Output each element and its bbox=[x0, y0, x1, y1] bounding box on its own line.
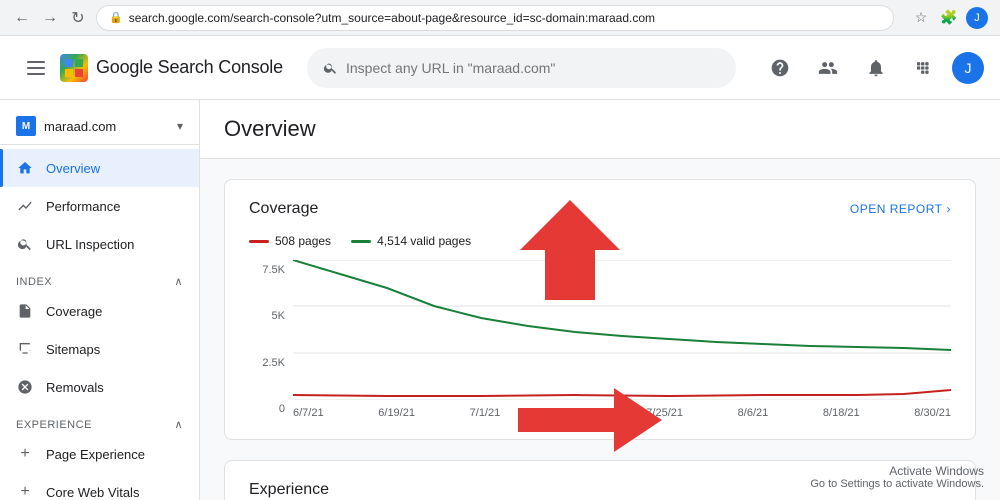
activate-windows-subtitle: Go to Settings to activate Windows. bbox=[810, 478, 984, 490]
x-label-2: 6/19/21 bbox=[378, 407, 415, 419]
sidebar-item-sitemaps[interactable]: Sitemaps bbox=[0, 330, 199, 368]
logo-icon bbox=[60, 54, 88, 82]
core-web-vitals-icon: + bbox=[16, 483, 34, 500]
experience-chevron-icon: ∧ bbox=[174, 418, 183, 431]
experience-label: Experience bbox=[16, 419, 92, 431]
sitemaps-label: Sitemaps bbox=[46, 342, 100, 357]
x-label-5: 7/25/21 bbox=[646, 407, 683, 419]
browser-chrome: ← → ↻ 🔒 search.google.com/search-console… bbox=[0, 0, 1000, 36]
sidebar-item-core-web-vitals[interactable]: + Core Web Vitals bbox=[0, 473, 199, 500]
address-bar[interactable]: 🔒 search.google.com/search-console?utm_s… bbox=[96, 5, 894, 31]
browser-actions: ☆ 🧩 J bbox=[910, 7, 988, 29]
property-chevron-icon: ▾ bbox=[177, 119, 183, 133]
coverage-card-title: Coverage bbox=[249, 200, 318, 218]
y-label-5000: 5K bbox=[249, 310, 285, 322]
x-label-3: 7/1/21 bbox=[470, 407, 501, 419]
page-header: Overview bbox=[200, 100, 1000, 159]
search-input[interactable] bbox=[346, 60, 720, 76]
experience-card-title: Experience bbox=[249, 481, 329, 499]
legend-item-valid: 4,514 valid pages bbox=[351, 234, 471, 248]
page-content: Coverage OPEN REPORT › 508 pages 4,514 v… bbox=[200, 159, 1000, 500]
x-label-1: 6/7/21 bbox=[293, 407, 324, 419]
property-icon: M bbox=[16, 116, 36, 136]
user-avatar[interactable]: J bbox=[952, 52, 984, 84]
search-bar[interactable] bbox=[307, 48, 736, 88]
url-inspection-icon bbox=[16, 235, 34, 253]
y-label-2500: 2.5K bbox=[249, 357, 285, 369]
x-axis: 6/7/21 6/19/21 7/1/21 7/13/21 7/25/21 8/… bbox=[293, 407, 951, 419]
search-icon bbox=[323, 60, 338, 76]
performance-label: Performance bbox=[46, 199, 120, 214]
forward-button[interactable]: → bbox=[40, 8, 60, 28]
coverage-icon bbox=[16, 302, 34, 320]
bookmark-icon[interactable]: ☆ bbox=[910, 7, 932, 29]
sidebar: M maraad.com ▾ Overview Performance URL … bbox=[0, 100, 200, 500]
chart-legend: 508 pages 4,514 valid pages bbox=[249, 234, 951, 248]
sidebar-item-url-inspection[interactable]: URL Inspection bbox=[0, 225, 199, 263]
legend-item-errors: 508 pages bbox=[249, 234, 331, 248]
y-label-0: 0 bbox=[249, 403, 285, 415]
back-button[interactable]: ← bbox=[12, 8, 32, 28]
index-section-header: Index ∧ bbox=[0, 263, 199, 292]
refresh-button[interactable]: ↻ bbox=[68, 8, 88, 28]
apps-button[interactable] bbox=[904, 48, 944, 88]
page-title: Overview bbox=[224, 116, 976, 142]
legend-label-errors: 508 pages bbox=[275, 234, 331, 248]
content-area: Overview Coverage OPEN REPORT › 508 page… bbox=[200, 100, 1000, 500]
experience-section-header: Experience ∧ bbox=[0, 406, 199, 435]
main-layout: M maraad.com ▾ Overview Performance URL … bbox=[0, 100, 1000, 500]
extensions-icon[interactable]: 🧩 bbox=[938, 7, 960, 29]
coverage-chart-svg bbox=[293, 260, 951, 400]
url-inspection-label: URL Inspection bbox=[46, 237, 134, 252]
sidebar-item-page-experience[interactable]: + Page Experience bbox=[0, 435, 199, 473]
legend-dot-errors bbox=[249, 240, 269, 243]
home-icon bbox=[16, 159, 34, 177]
x-label-8: 8/30/21 bbox=[914, 407, 951, 419]
index-label: Index bbox=[16, 276, 52, 288]
sidebar-item-coverage[interactable]: Coverage bbox=[0, 292, 199, 330]
performance-icon bbox=[16, 197, 34, 215]
index-chevron-icon: ∧ bbox=[174, 275, 183, 288]
help-button[interactable] bbox=[760, 48, 800, 88]
open-report-text: OPEN REPORT bbox=[850, 202, 943, 216]
chart-container: 7.5K 5K 2.5K 0 bbox=[249, 260, 951, 419]
property-name: maraad.com bbox=[44, 119, 169, 134]
app-title: Google Search Console bbox=[96, 57, 283, 78]
app-logo: Google Search Console bbox=[60, 54, 283, 82]
open-report-chevron-icon: › bbox=[947, 202, 952, 216]
sidebar-item-removals[interactable]: Removals bbox=[0, 368, 199, 406]
x-label-4: 7/13/21 bbox=[555, 407, 592, 419]
y-axis: 7.5K 5K 2.5K 0 bbox=[249, 260, 285, 419]
activate-windows: Activate Windows Go to Settings to activ… bbox=[810, 464, 984, 490]
removals-label: Removals bbox=[46, 380, 104, 395]
sitemaps-icon bbox=[16, 340, 34, 358]
coverage-card-header: Coverage OPEN REPORT › bbox=[249, 200, 951, 218]
coverage-label: Coverage bbox=[46, 304, 102, 319]
removals-icon bbox=[16, 378, 34, 396]
x-label-6: 8/6/21 bbox=[738, 407, 769, 419]
chart-plot: 6/7/21 6/19/21 7/1/21 7/13/21 7/25/21 8/… bbox=[293, 260, 951, 419]
lock-icon: 🔒 bbox=[109, 11, 123, 24]
hamburger-button[interactable] bbox=[16, 48, 56, 88]
sidebar-item-performance[interactable]: Performance bbox=[0, 187, 199, 225]
coverage-card: Coverage OPEN REPORT › 508 pages 4,514 v… bbox=[224, 179, 976, 440]
url-text: search.google.com/search-console?utm_sou… bbox=[129, 11, 655, 25]
y-label-7500: 7.5K bbox=[249, 264, 285, 276]
page-experience-icon: + bbox=[16, 445, 34, 463]
x-label-7: 8/18/21 bbox=[823, 407, 860, 419]
accounts-button[interactable] bbox=[808, 48, 848, 88]
legend-label-valid: 4,514 valid pages bbox=[377, 234, 471, 248]
core-web-vitals-label: Core Web Vitals bbox=[46, 485, 139, 500]
property-selector[interactable]: M maraad.com ▾ bbox=[0, 108, 199, 145]
app-header: Google Search Console J bbox=[0, 36, 1000, 100]
legend-dot-valid bbox=[351, 240, 371, 243]
open-report-link[interactable]: OPEN REPORT › bbox=[850, 202, 951, 216]
sidebar-item-overview[interactable]: Overview bbox=[0, 149, 199, 187]
overview-label: Overview bbox=[46, 161, 100, 176]
notifications-button[interactable] bbox=[856, 48, 896, 88]
profile-icon[interactable]: J bbox=[966, 7, 988, 29]
page-experience-label: Page Experience bbox=[46, 447, 145, 462]
header-actions: J bbox=[760, 48, 984, 88]
activate-windows-title: Activate Windows bbox=[810, 464, 984, 478]
